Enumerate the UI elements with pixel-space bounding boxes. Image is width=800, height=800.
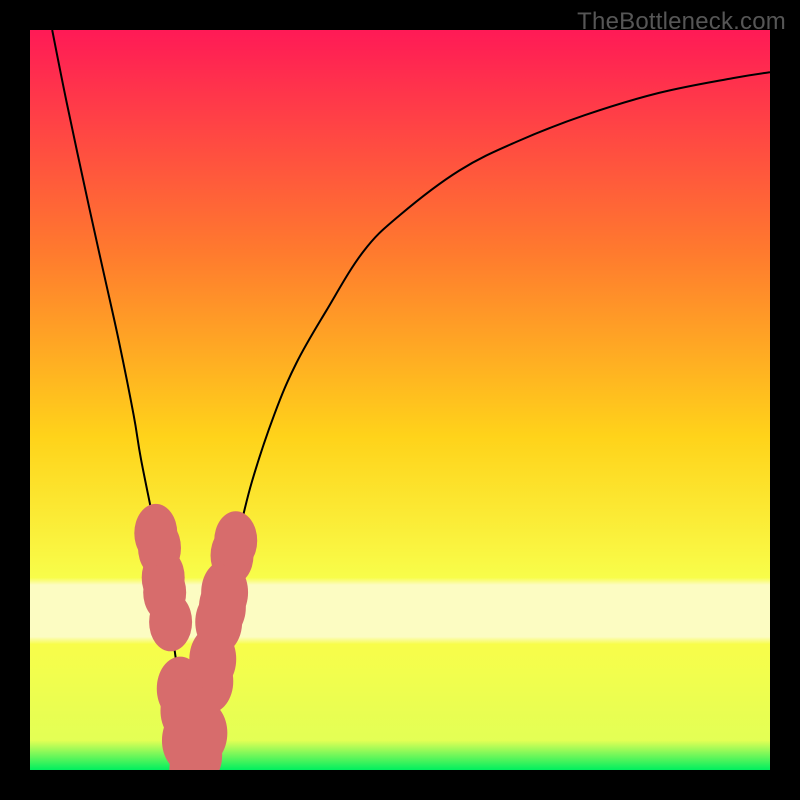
watermark-text: TheBottleneck.com — [577, 8, 786, 36]
curve-marker — [214, 511, 257, 570]
chart-frame: TheBottleneck.com — [0, 0, 800, 800]
gradient-background — [30, 30, 770, 770]
plot-area — [30, 30, 770, 770]
curve-marker — [149, 593, 192, 652]
bottleneck-chart-svg — [30, 30, 770, 770]
